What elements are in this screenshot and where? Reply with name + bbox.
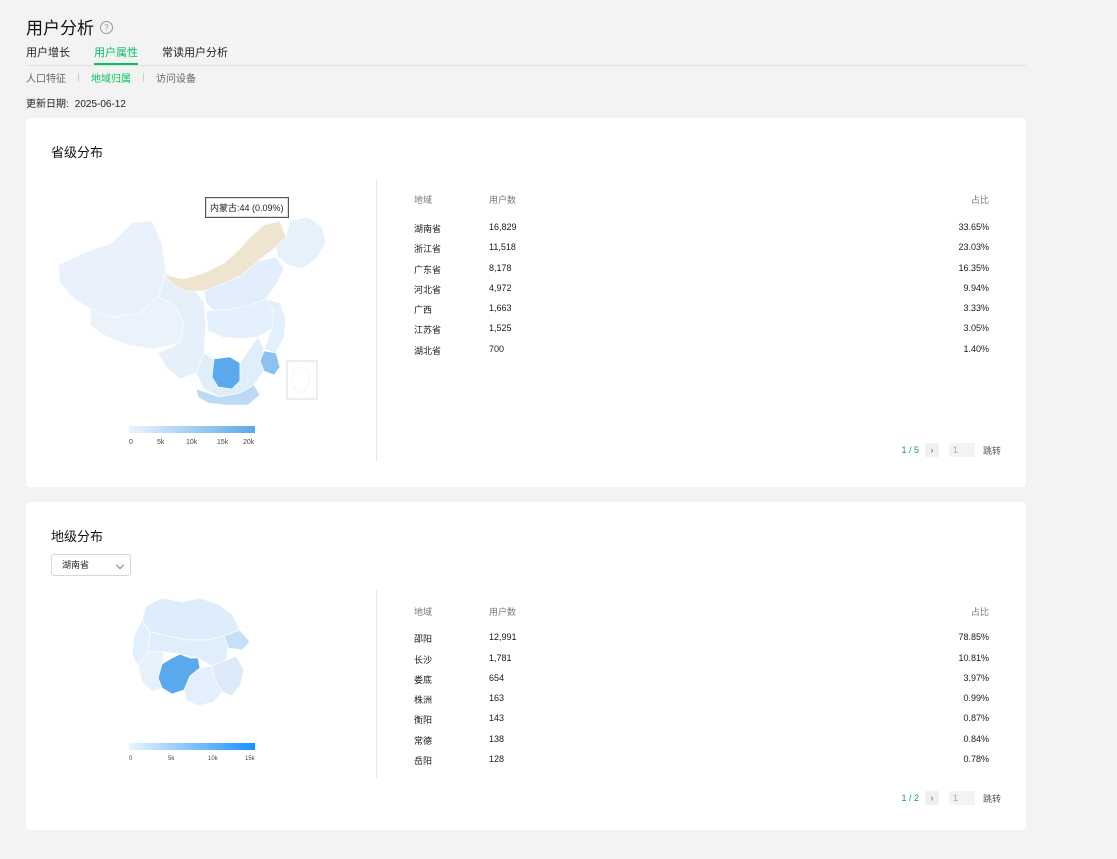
hunan-map[interactable] (128, 596, 254, 708)
city-card-title: 地级分布 (51, 529, 104, 544)
page-title: 用户分析 (26, 19, 94, 38)
table-row: 江苏省 1,525 3.05% (414, 323, 989, 335)
map-legend-label: 15k (217, 439, 229, 446)
page-jump-button[interactable]: 跳转 (983, 792, 1001, 805)
province-select-value: 湖南省 (62, 560, 90, 570)
col-header-users: 用户数 (489, 607, 517, 617)
page-jump-input[interactable] (948, 791, 975, 805)
table-row: 株洲 163 0.99% (414, 693, 989, 705)
table-row: 浙江省 11,518 23.03% (414, 242, 989, 254)
page-indicator: 1 / 2 (901, 793, 919, 803)
subtab-divider (143, 73, 144, 82)
col-header-ratio: 占比 (970, 607, 989, 617)
table-row: 邵阳 12,991 78.85% (414, 632, 989, 644)
table-row: 长沙 1,781 10.81% (414, 653, 989, 665)
update-date-row: 更新日期: 2025-06-12 (26, 95, 126, 110)
map-tooltip: 内蒙古:44 (0.09%) (205, 197, 289, 218)
map-legend-label: 0 (129, 756, 133, 762)
map-legend-label: 15k (245, 756, 255, 762)
next-page-button[interactable]: › (924, 443, 939, 457)
help-icon[interactable]: ? (100, 21, 113, 34)
map-sea-inset-islands (291, 366, 311, 394)
table-row: 河北省 4,972 9.94% (414, 283, 989, 295)
city-pager: 1 / 2 › 跳转 (901, 791, 1001, 805)
col-header-region: 地域 (414, 607, 433, 617)
col-header-region: 地域 (414, 195, 433, 205)
province-pager: 1 / 5 › 跳转 (901, 443, 1001, 457)
tab-user-growth[interactable]: 用户增长 (26, 44, 70, 65)
table-row: 娄底 654 3.97% (414, 673, 989, 685)
subtab-demographics[interactable]: 人口特征 (26, 70, 66, 85)
table-row: 广西 1,663 3.33% (414, 303, 989, 315)
subtab-region[interactable]: 地域归属 (91, 70, 131, 85)
next-page-button[interactable]: › (924, 791, 939, 805)
province-select[interactable]: 湖南省 (51, 554, 131, 576)
main-tabs: 用户增长 用户属性 常读用户分析 (26, 44, 1026, 66)
page-jump-input[interactable] (948, 443, 975, 457)
table-row: 岳阳 128 0.78% (414, 754, 989, 766)
province-card-title: 省级分布 (51, 145, 104, 160)
chevron-down-icon (115, 560, 125, 570)
table-row: 广东省 8,178 16.35% (414, 263, 989, 275)
city-distribution-card: 地级分布 湖南省 0 5k 10k 15k 地域 用户数 占比 邵阳 12,991… (26, 502, 1026, 830)
page-indicator: 1 / 5 (901, 445, 919, 455)
col-header-users: 用户数 (489, 195, 517, 205)
subtab-divider (78, 73, 79, 82)
map-legend-label: 20k (243, 439, 255, 446)
city-table: 地域 用户数 占比 邵阳 12,991 78.85% 长沙 1,781 10.81% 娄… (414, 605, 989, 775)
tab-frequent-readers[interactable]: 常读用户分析 (162, 44, 228, 65)
table-row: 衡阳 143 0.87% (414, 713, 989, 725)
subtab-device[interactable]: 访问设备 (156, 70, 196, 85)
table-row: 常德 138 0.84% (414, 734, 989, 746)
map-legend-label: 10k (208, 756, 218, 762)
map-legend-gradient (129, 743, 255, 750)
table-row: 湖南省 16,829 33.65% (414, 222, 989, 234)
sub-tabs: 人口特征 地域归属 访问设备 (26, 70, 196, 85)
map-legend-label: 10k (186, 439, 198, 446)
map-region-northeast (275, 216, 327, 270)
map-region-west (57, 220, 167, 318)
map-legend-gradient (129, 426, 255, 433)
page-jump-button[interactable]: 跳转 (983, 444, 1001, 457)
china-map[interactable] (54, 213, 329, 408)
map-sea-inset (286, 360, 318, 400)
map-legend-label: 0 (129, 439, 133, 446)
card-divider (376, 180, 377, 462)
tab-user-attributes[interactable]: 用户属性 (94, 44, 138, 65)
province-table: 地域 用户数 占比 湖南省 16,829 33.65% 浙江省 11,518 23.03… (414, 193, 989, 363)
province-distribution-card: 省级分布 内蒙古:44 (0.09%) 0 5k 10k 15k 20k 地域 … (26, 118, 1026, 487)
card-divider (376, 590, 377, 778)
update-date-value: 2025-06-12 (74, 99, 126, 110)
update-date-label: 更新日期: (26, 99, 69, 110)
table-row: 湖北省 700 1.40% (414, 344, 989, 356)
page-header: 用户分析 ? (26, 14, 113, 39)
col-header-ratio: 占比 (970, 195, 989, 205)
map-legend-label: 5k (168, 756, 175, 762)
map-legend-label: 5k (157, 439, 165, 446)
